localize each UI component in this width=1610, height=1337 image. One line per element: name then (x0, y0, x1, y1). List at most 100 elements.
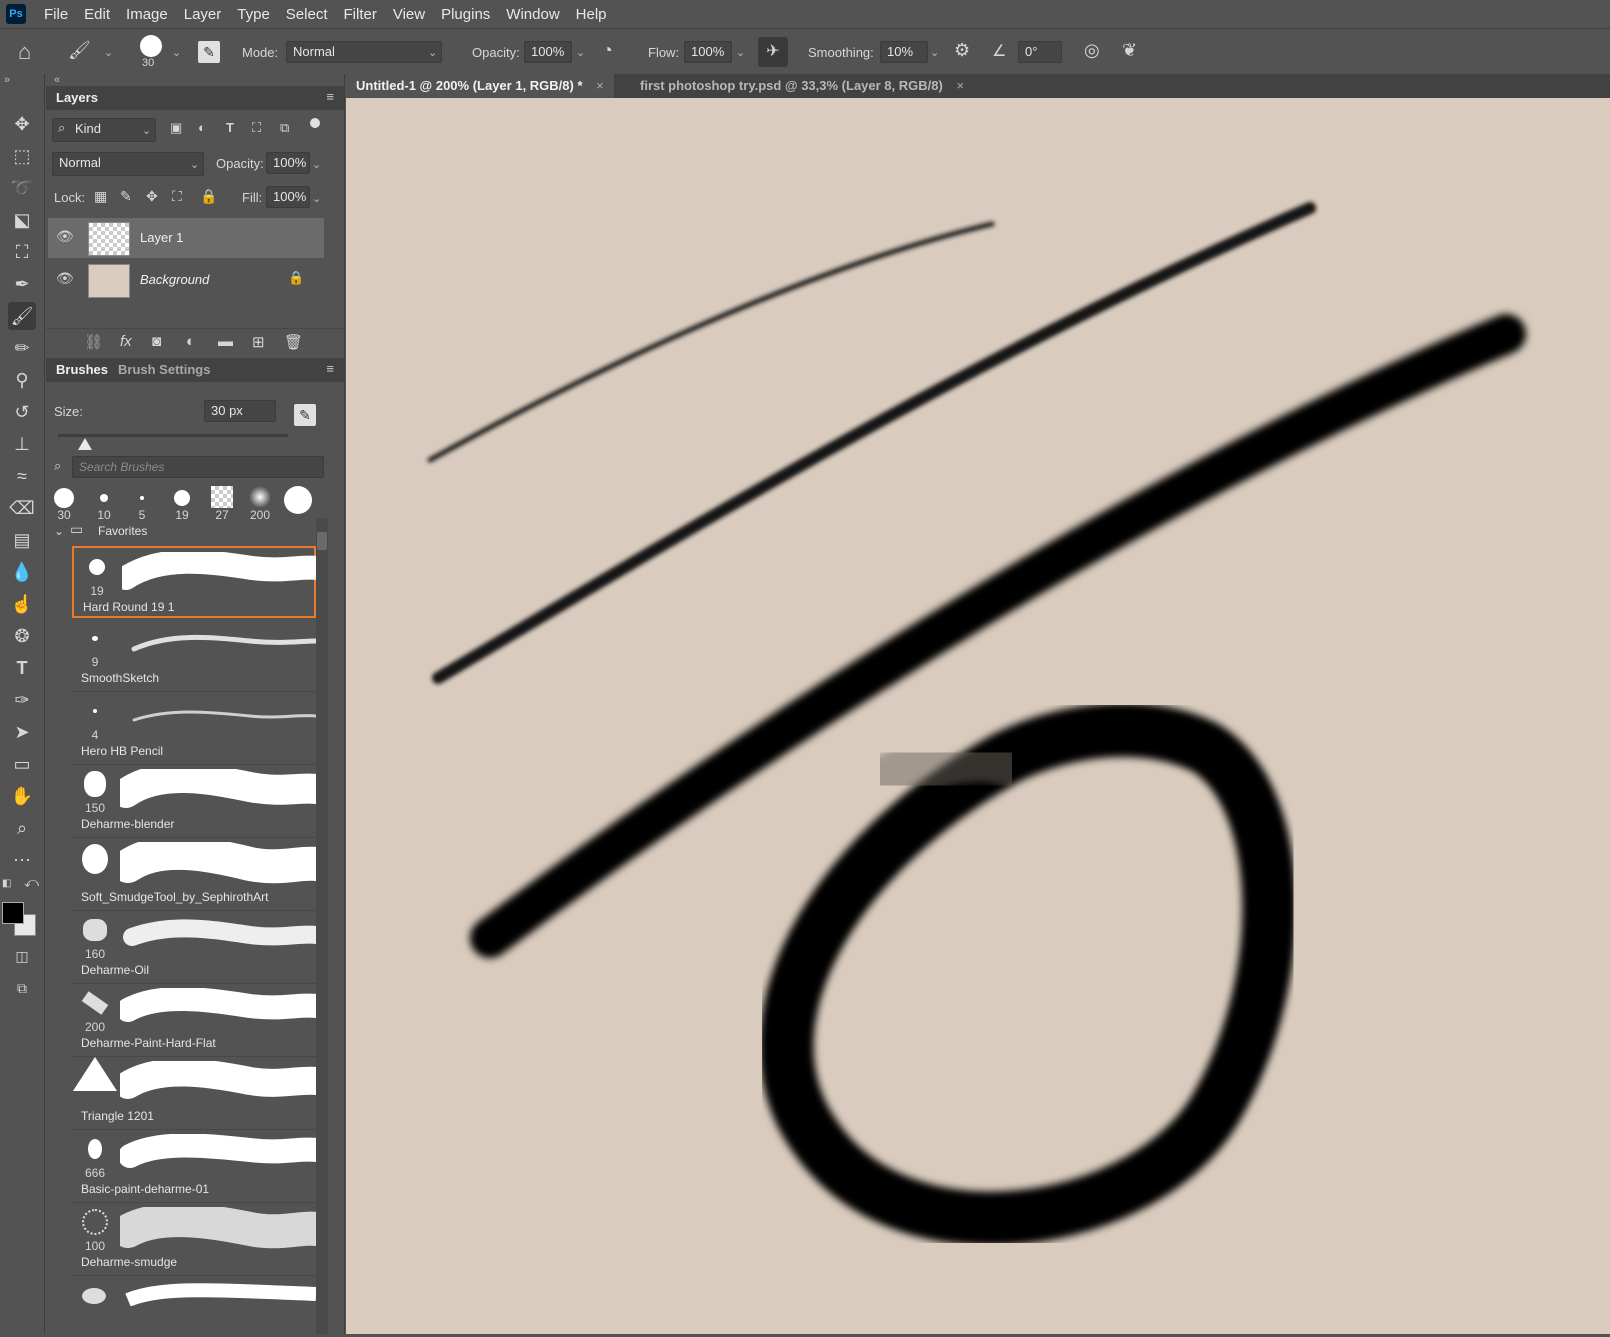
menu-file[interactable]: File (36, 6, 76, 23)
brush-item[interactable]: 200 Deharme-Paint-Hard-Flat (72, 984, 316, 1057)
object-selection-tool-icon[interactable]: ⬕ (8, 206, 36, 234)
angle-input[interactable]: 0° (1018, 41, 1062, 63)
brush-item[interactable]: 150 Deharme-blender (72, 765, 316, 838)
filter-adjustment-icon[interactable]: ◐ (198, 120, 206, 135)
chevron-down-icon[interactable]: ⌄ (172, 46, 181, 59)
clone-stamp-tool-icon[interactable]: ⚲ (8, 366, 36, 394)
more-tools-icon[interactable]: ⋯ (8, 846, 36, 874)
link-layers-icon[interactable]: ⛓ (84, 333, 103, 351)
size-slider-handle[interactable] (78, 438, 92, 450)
hand-tool-icon[interactable]: ✋ (8, 782, 36, 810)
size-slider-track[interactable] (58, 434, 288, 437)
brush-tool-preset-icon[interactable]: 🖌 (68, 40, 91, 61)
lock-position-icon[interactable]: ✥ (146, 188, 158, 205)
pencil-tool-icon[interactable]: ✏ (8, 334, 36, 362)
foreground-color-swatch[interactable] (2, 902, 24, 924)
type-tool-icon[interactable]: T (8, 654, 36, 682)
home-icon[interactable]: ⌂ (18, 39, 31, 65)
eraser-tool-icon[interactable]: ⌫ (8, 494, 36, 522)
brush-settings-toggle-icon[interactable]: ✎ (198, 41, 220, 63)
document-canvas[interactable] (346, 98, 1610, 1334)
menu-view[interactable]: View (385, 6, 433, 23)
chevron-down-icon[interactable]: ⌄ (576, 46, 585, 59)
photoshop-logo-icon[interactable]: Ps (6, 4, 26, 24)
smoothing-input[interactable]: 10% (880, 41, 928, 63)
brush-item[interactable]: 160 Deharme-Oil (72, 911, 316, 984)
symmetry-butterfly-icon[interactable]: ❦ (1122, 40, 1137, 61)
stamp-tool-icon[interactable]: ⊥ (8, 430, 36, 458)
brush-item[interactable]: 9 SmoothSketch (72, 619, 316, 692)
gradient-tool-icon[interactable]: ▤ (8, 526, 36, 554)
filter-toggle-icon[interactable] (310, 118, 320, 128)
blur-tool-icon[interactable]: 💧 (8, 558, 36, 586)
path-selection-tool-icon[interactable]: ➤ (8, 718, 36, 746)
add-mask-icon[interactable]: ◙ (152, 333, 161, 350)
lock-transparent-icon[interactable]: ▦ (94, 188, 107, 205)
lock-artboard-icon[interactable]: ⛶ (172, 188, 182, 205)
zoom-tool-icon[interactable]: ⌕ (8, 814, 36, 842)
eye-icon[interactable]: 👁 (56, 270, 74, 287)
chevron-down-icon[interactable]: ⌄ (190, 158, 199, 171)
brush-preset[interactable] (280, 484, 316, 534)
brush-list-scrollbar[interactable] (316, 518, 328, 1334)
move-tool-icon[interactable]: ✥ (8, 110, 36, 138)
tab-untitled-1[interactable]: Untitled-1 @ 200% (Layer 1, RGB/8) * × (346, 74, 614, 98)
rectangle-tool-icon[interactable]: ▭ (8, 750, 36, 778)
lock-pixels-icon[interactable]: ✎ (120, 188, 132, 205)
mixer-brush-tool-icon[interactable]: ≈ (8, 462, 36, 490)
chevron-down-icon[interactable]: ⌄ (142, 124, 151, 137)
brush-item[interactable]: 4 Hero HB Pencil (72, 692, 316, 765)
layer-name[interactable]: Background (140, 272, 209, 287)
brush-item[interactable]: 666 Basic-paint-deharme-01 (72, 1130, 316, 1203)
fill-input[interactable]: 100% (266, 186, 310, 208)
chevron-down-icon[interactable]: ⌄ (428, 46, 437, 59)
lock-all-icon[interactable]: 🔒 (200, 188, 217, 205)
brush-item[interactable]: Soft_SmudgeTool_by_SephirothArt (72, 838, 316, 911)
flow-input[interactable]: 100% (684, 41, 732, 63)
eyedropper-tool-icon[interactable]: ✒ (8, 270, 36, 298)
close-icon[interactable]: × (956, 78, 964, 93)
brush-preset[interactable]: 27 (204, 484, 240, 534)
brushes-tab[interactable]: Brushes (56, 362, 108, 377)
smudge-tool-icon[interactable]: ☝ (8, 590, 36, 618)
brush-preview-icon[interactable] (140, 35, 162, 57)
swap-colors-icon[interactable]: ⤺ (24, 874, 39, 891)
menu-layer[interactable]: Layer (176, 6, 230, 23)
adjustment-layer-icon[interactable]: ◐ (186, 333, 195, 350)
brush-settings-toggle-icon[interactable]: ✎ (294, 404, 316, 426)
layers-tab[interactable]: Layers (56, 90, 98, 105)
brush-preset[interactable]: 19 (164, 484, 200, 534)
menu-filter[interactable]: Filter (336, 6, 385, 23)
menu-type[interactable]: Type (229, 6, 278, 23)
panel-menu-icon[interactable]: ≡ (326, 361, 334, 376)
panel-menu-icon[interactable]: ≡ (326, 89, 334, 104)
eye-icon[interactable]: 👁 (56, 228, 74, 245)
layer-row[interactable]: 👁 Layer 1 (48, 218, 324, 258)
history-brush-tool-icon[interactable]: ↺ (8, 398, 36, 426)
layer-opacity-input[interactable]: 100% (266, 152, 310, 174)
screen-mode-icon[interactable]: ⧉ (8, 974, 36, 1002)
chevron-down-icon[interactable]: ⌄ (312, 192, 321, 205)
layer-row[interactable]: 👁 Background 🔒 (48, 260, 324, 300)
close-icon[interactable]: × (596, 78, 604, 93)
menu-edit[interactable]: Edit (76, 6, 118, 23)
search-brushes-input[interactable]: Search Brushes (72, 456, 324, 478)
brush-settings-tab[interactable]: Brush Settings (118, 362, 210, 377)
chevron-down-icon[interactable]: ⌄ (312, 158, 321, 171)
default-colors-icon[interactable]: ◧ (2, 878, 11, 889)
blend-mode-select[interactable]: Normal (52, 152, 204, 176)
brush-item[interactable]: Triangle 1201 (72, 1057, 316, 1130)
pressure-size-icon[interactable]: ◎ (1084, 40, 1100, 61)
mode-select[interactable]: Normal (286, 41, 442, 63)
layer-name[interactable]: Layer 1 (140, 230, 183, 245)
gear-icon[interactable]: ⚙ (954, 40, 970, 61)
quick-mask-icon[interactable]: ◫ (8, 942, 36, 970)
marquee-tool-icon[interactable]: ⬚ (8, 142, 36, 170)
crop-tool-icon[interactable]: ⛶ (8, 238, 36, 266)
layer-filter-select[interactable]: Kind (52, 118, 156, 142)
brush-item[interactable]: 100 Deharme-smudge (72, 1203, 316, 1276)
menu-help[interactable]: Help (568, 6, 615, 23)
lasso-tool-icon[interactable]: ➰ (8, 174, 36, 202)
collapse-panels-icon[interactable]: « (54, 74, 60, 86)
airbrush-icon[interactable]: ✈ (758, 37, 788, 67)
